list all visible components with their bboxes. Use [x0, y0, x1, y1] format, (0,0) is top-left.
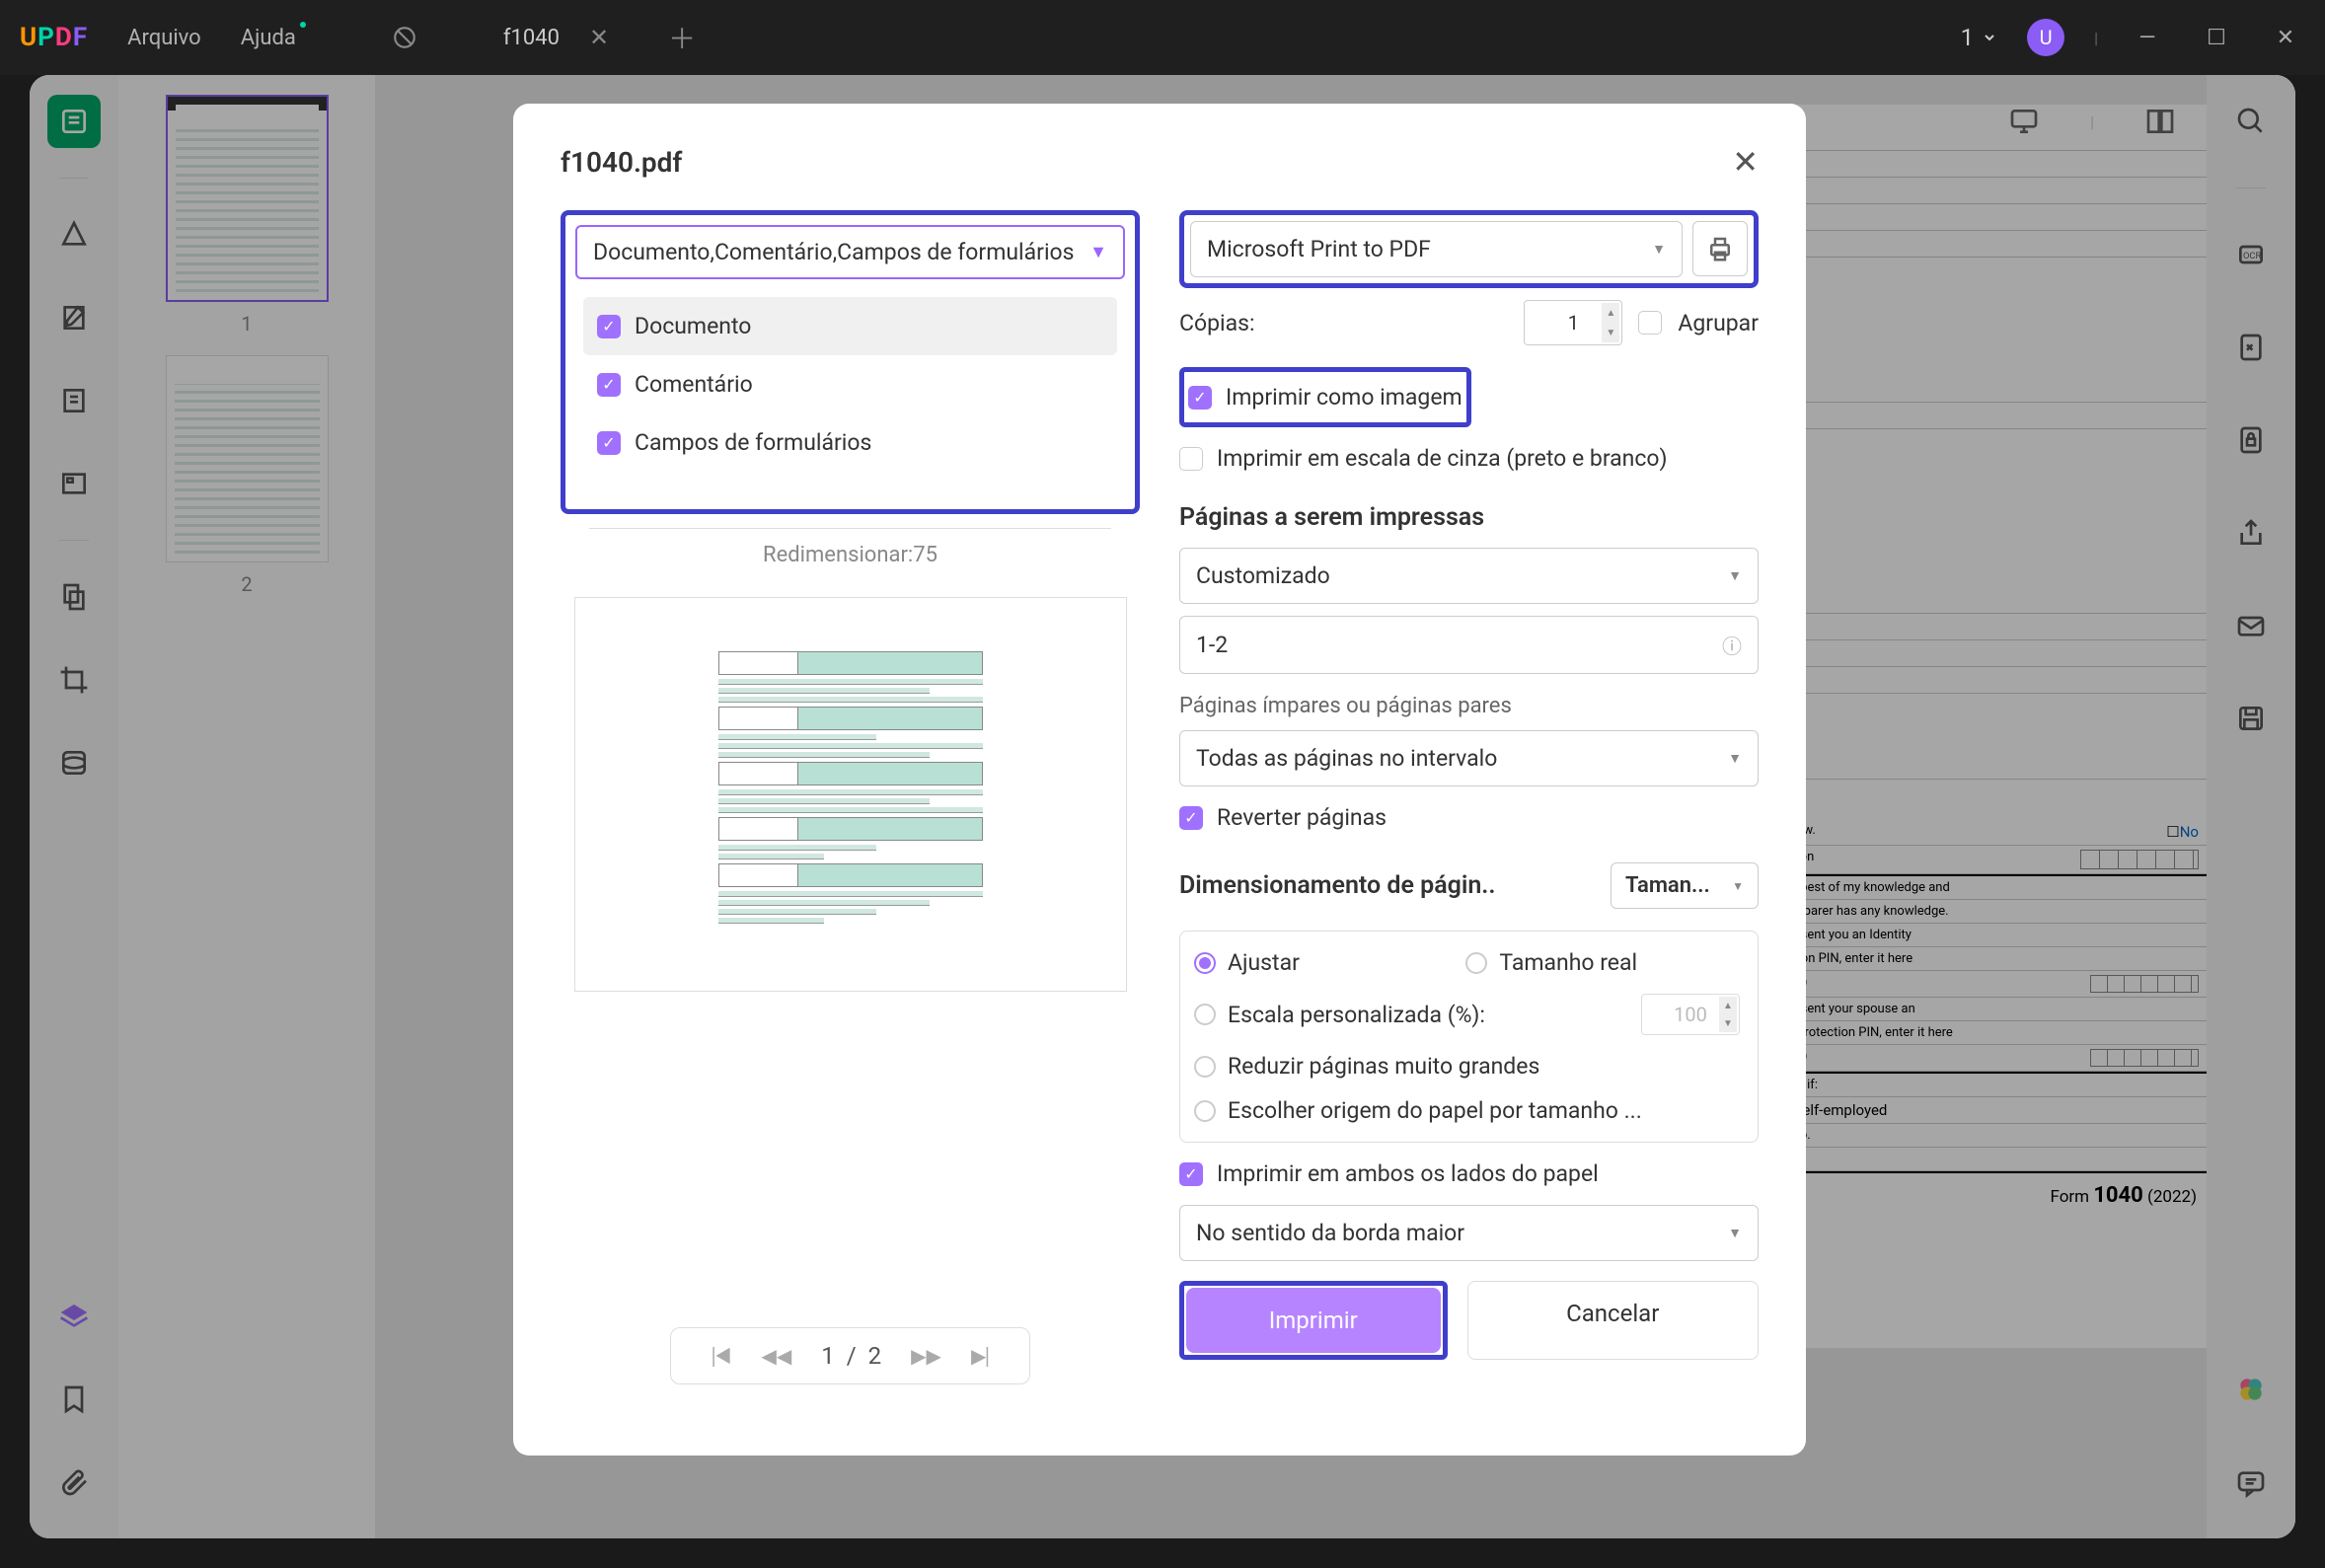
chevron-down-icon: ▼ [1728, 1225, 1742, 1241]
printer-dropdown[interactable]: Microsoft Print to PDF ▼ [1190, 221, 1683, 277]
dialog-close-icon[interactable]: ✕ [1732, 143, 1759, 181]
page-range-input[interactable]: 1-2 ⓘ [1179, 616, 1759, 674]
printer-row-highlight: Microsoft Print to PDF ▼ [1179, 210, 1759, 288]
reverse-pages-label: Reverter páginas [1217, 804, 1387, 831]
app-logo: UPDF [20, 23, 88, 52]
radio-fit[interactable]: Ajustar [1194, 949, 1458, 976]
radio-icon [1465, 952, 1487, 974]
radio-custom-scale[interactable]: Escala personalizada (%): 100 ▲▼ [1194, 994, 1744, 1035]
scaling-options: Ajustar Tamanho real Escala personalizad… [1179, 931, 1759, 1143]
duplex-label: Imprimir em ambos os lados do papel [1217, 1160, 1599, 1187]
content-type-options: ✓ Documento ✓ Comentário ✓ Campos de for… [575, 289, 1125, 480]
duplex-checkbox[interactable]: ✓ [1179, 1162, 1203, 1186]
print-button-highlight: Imprimir [1179, 1281, 1448, 1360]
content-type-value: Documento,Comentário,Campos de formulári… [593, 239, 1075, 265]
menu-file[interactable]: Arquivo [127, 26, 201, 50]
chevron-down-icon: ▼ [1732, 879, 1744, 893]
scaling-section-title: Dimensionamento de págin.. [1179, 871, 1496, 900]
pager-prev-icon[interactable]: ◀◀ [762, 1344, 792, 1368]
tab-label: f1040 [503, 26, 560, 50]
pager-current: 1 [821, 1342, 835, 1370]
close-icon[interactable]: ✕ [2266, 18, 2305, 57]
checkbox-checked-icon[interactable]: ✓ [597, 315, 621, 338]
spinner-up-icon[interactable]: ▲ [1602, 303, 1619, 323]
print-preview [574, 597, 1127, 992]
chevron-down-icon: ▼ [1652, 241, 1666, 258]
copies-input[interactable]: 1 ▲ ▼ [1524, 300, 1622, 345]
pager-last-icon[interactable]: ▶⎸ [971, 1344, 1006, 1368]
menu-help[interactable]: Ajuda [241, 26, 296, 50]
print-as-image-highlight: ✓ Imprimir como imagem [1179, 367, 1471, 427]
account-indicator[interactable]: 1 [1961, 24, 1998, 51]
oddeven-label: Páginas ímpares ou páginas pares [1179, 694, 1759, 718]
pager-total: 2 [868, 1342, 882, 1370]
tab-close-icon[interactable]: ✕ [589, 24, 609, 51]
resize-label: Redimensionar:75 [763, 543, 938, 567]
tab-bar: f1040 ✕ ＋ [375, 0, 696, 75]
printer-value: Microsoft Print to PDF [1207, 236, 1431, 262]
spinner-up-icon[interactable]: ▲ [1719, 997, 1737, 1014]
cancel-button[interactable]: Cancelar [1467, 1281, 1760, 1360]
spinner-down-icon[interactable]: ▼ [1719, 1014, 1737, 1032]
minimize-icon[interactable]: — [2128, 18, 2167, 57]
tab-empty-icon[interactable] [375, 8, 434, 67]
collate-checkbox[interactable]: ✓ [1638, 311, 1662, 335]
tab-add-icon[interactable]: ＋ [668, 18, 696, 57]
reverse-pages-checkbox[interactable]: ✓ [1179, 806, 1203, 830]
radio-actual-size[interactable]: Tamanho real [1465, 949, 1729, 976]
chevron-down-icon: ▼ [1728, 750, 1742, 767]
page-range-mode-dropdown[interactable]: Customizado ▼ [1179, 548, 1759, 604]
radio-icon [1194, 1100, 1216, 1122]
radio-paper-source[interactable]: Escolher origem do papel por tamanho ... [1194, 1097, 1744, 1124]
duplex-mode-dropdown[interactable]: No sentido da borda maior ▼ [1179, 1205, 1759, 1261]
help-icon[interactable]: ⓘ [1722, 631, 1742, 659]
content-selector-highlight: Documento,Comentário,Campos de formulári… [561, 210, 1140, 514]
oddeven-dropdown[interactable]: Todas as páginas no intervalo ▼ [1179, 730, 1759, 786]
pager-first-icon[interactable]: ⎹◀ [695, 1344, 732, 1368]
print-button[interactable]: Imprimir [1186, 1288, 1441, 1353]
radio-icon [1194, 1004, 1216, 1025]
option-document[interactable]: ✓ Documento [583, 297, 1117, 355]
checkbox-checked-icon[interactable]: ✓ [597, 431, 621, 455]
radio-shrink[interactable]: Reduzir páginas muito grandes [1194, 1053, 1744, 1080]
print-dialog: f1040.pdf ✕ Documento,Comentário,Campos … [513, 104, 1806, 1456]
checkbox-checked-icon[interactable]: ✓ [597, 373, 621, 397]
pages-section-title: Páginas a serem impressas [1179, 503, 1759, 532]
maximize-icon[interactable]: ☐ [2197, 18, 2236, 57]
chevron-down-icon: ▼ [1089, 242, 1107, 262]
radio-icon [1194, 1056, 1216, 1078]
paper-size-dropdown[interactable]: Taman... ▼ [1611, 862, 1759, 909]
tab-document[interactable]: f1040 ✕ [464, 0, 648, 75]
option-form-fields[interactable]: ✓ Campos de formulários [583, 413, 1117, 472]
copies-label: Cópias: [1179, 310, 1508, 336]
print-as-image-label: Imprimir como imagem [1226, 384, 1462, 411]
spinner-down-icon[interactable]: ▼ [1602, 323, 1619, 342]
pager-next-icon[interactable]: ▶▶ [911, 1344, 941, 1368]
grayscale-checkbox[interactable]: ✓ [1179, 447, 1203, 471]
grayscale-label: Imprimir em escala de cinza (preto e bra… [1217, 445, 1668, 472]
titlebar: UPDF Arquivo Ajuda f1040 ✕ ＋ 1 U | — ☐ ✕ [0, 0, 2325, 75]
radio-checked-icon [1194, 952, 1216, 974]
content-type-dropdown[interactable]: Documento,Comentário,Campos de formulári… [575, 225, 1125, 279]
custom-scale-input[interactable]: 100 ▲▼ [1641, 994, 1740, 1035]
option-comment[interactable]: ✓ Comentário [583, 355, 1117, 413]
dialog-title: f1040.pdf [561, 146, 682, 179]
printer-properties-icon[interactable] [1692, 221, 1748, 276]
collate-label: Agrupar [1678, 310, 1759, 336]
preview-pager: ⎹◀ ◀◀ 1 / 2 ▶▶ ▶⎸ [670, 1327, 1031, 1384]
avatar[interactable]: U [2027, 19, 2064, 56]
chevron-down-icon: ▼ [1728, 567, 1742, 584]
print-as-image-checkbox[interactable]: ✓ [1188, 386, 1212, 410]
